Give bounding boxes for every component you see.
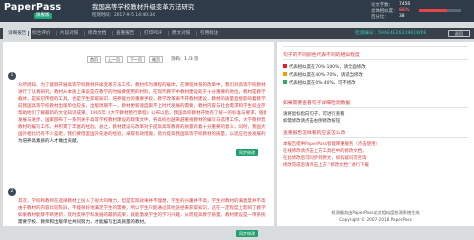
sentence[interactable]: 其次，学校和教师在选择教材上投入了很大的精力，但是实际效果并不理想，学生的兴趣并… [18, 198, 266, 205]
similarity-bar-fill [419, 9, 447, 12]
footer-copyright: Copyright © 2007-2018 PaperPass [339, 217, 412, 222]
sentence[interactable]: 国外相比仍有不少差距，我们要借鉴国外先进的经验，采取有效措施，努力提高我国高等学… [18, 131, 266, 138]
stat-value: 7456 [399, 2, 411, 7]
prev-page-button[interactable]: 上一页 [105, 56, 123, 63]
sentence[interactable]: 前我国高等学校教材出版单位较多，出版周期不一，教材更新速度跟不上时代发展的需要，… [18, 103, 266, 110]
tab-separator [28, 31, 29, 36]
guide-text: ， [362, 149, 367, 154]
divider [283, 46, 468, 47]
legend-label: 代表相似度在70%-100%，请全面修改 [289, 65, 366, 70]
sentence[interactable]: 由于教材的内容比较陈旧，不能很好地满足学生的需要，所以学生只能通过其他途径来获取… [18, 205, 266, 212]
guide-line: 修改完成后请点击上方 "修改文档" 进行下载 [283, 163, 369, 169]
tab-8[interactable]: 引用标注 [200, 28, 218, 39]
stat-row: 百分比： 38 [321, 14, 471, 20]
tab-4[interactable]: 修改文档 [88, 28, 106, 39]
tab-separator [56, 31, 57, 36]
paragraph-text: 众所周知，为了能够开展高等学校教材升级变革方法工作，教材作为课程的载体，在课程体… [18, 82, 266, 145]
sentence[interactable]: 为培养高素质的人才做出贡献。 [18, 138, 266, 145]
paragraph-number: 2 [8, 188, 16, 196]
check-time: 检测时间：2017-9-5 14:40:34 [92, 13, 155, 18]
legend-title: 句子的不同颜色代表不同的相似程度 [283, 53, 360, 58]
guide-text: " 进行下载 [347, 163, 369, 168]
page-indicator: 页码：1 /3 页 [171, 57, 199, 62]
tab-6[interactable]: 打印PDF [144, 28, 162, 39]
guide-line: 本报告提供PaperPass智能降重服务（点击使用） [283, 142, 380, 148]
legend-item: 代表相似度在70%-100%，请全面修改 [283, 64, 366, 70]
guide-text: 在线修改请点击上方工具栏中的 [283, 149, 345, 154]
guide-link[interactable]: 修改文档 [344, 149, 362, 154]
guide-line: 在此修改后可同步到原文，如有疑问可咨询 [283, 156, 366, 162]
report-sidebar: 句子的不同颜色代表不同的相似程度 代表相似度在70%-100%，请全面修改 代表相… [277, 42, 474, 226]
pagination: 首页 上一页 下一页 尾页 页码：1 /3 页 [87, 56, 247, 63]
guide-link[interactable]: 修改文档 [330, 163, 348, 168]
top-bar: PaperPass 旗舰版 我国高等学校教材升级变革方法研究 检测时间：2017… [0, 0, 474, 22]
hint-line: 请将鼠标指向句子，可进行查看 [283, 112, 345, 117]
sentence[interactable]: 如果教材能够不断更新，及时反映学科发展的最新成果，就能激发学生的学习兴趣，从而提… [18, 212, 266, 219]
sentence[interactable]: 发展与进步，国家颁布了一系列关于高等学校教材建设的政策文件，各高校也越来越重视教… [18, 117, 266, 124]
guide-text: 本报告提供PaperPass智能降重服务（ [283, 142, 358, 147]
stat-label: 百分比： [371, 15, 389, 20]
tab-separator [84, 31, 85, 36]
tab-2[interactable]: 综合评价 [32, 28, 50, 39]
report-content: 首页 上一页 下一页 尾页 页码：1 /3 页 1 众所周知，为了能够开展高等学校… [3, 42, 274, 237]
first-page-button[interactable]: 首页 [87, 56, 101, 63]
back-button[interactable]: 返回 [448, 30, 470, 37]
color-swatch [283, 72, 287, 76]
sentence[interactable]: 众所周知，为了能够开展高等学校教材升级变革方法工作，教材作为课程的载体，在课程体… [18, 82, 266, 89]
stats-panel: 论文字数： 7456 总体相似度： 66% 百分比： 38 [321, 2, 471, 20]
tab-3[interactable]: 片段对照 [60, 28, 78, 39]
sentence[interactable]: 载体，是知识传授的工具，也是学生获取知识、培养能力的重要手段，教学改革离不开教材… [18, 96, 266, 103]
tab-7[interactable]: 原文对照 [172, 28, 190, 39]
guide-line: 在线修改请点击上方工具栏中的修改文档， [283, 149, 366, 155]
paragraph-text: 其次，学校和教师在选择教材上投入了很大的精力，但是实际效果并不理想，学生的兴趣并… [18, 198, 266, 226]
legend-label: 代表相似度在0%-40%，可不修改 [289, 81, 356, 86]
report-tab-bar: 检测编号：59AE4E2631961W0E 返回 详细报告 综合评价 片段对照 修改文… [0, 28, 474, 39]
guide-text: 在此修改后可同步到原文，如有疑问可咨询 [283, 156, 367, 161]
color-swatch [283, 64, 287, 68]
guide-text: ） [375, 142, 380, 147]
sync-edit-button[interactable]: 同步修改 [236, 149, 258, 156]
document-title: 我国高等学校教材升级变革方法研究 [92, 3, 195, 11]
check-id: 检测编号：59AE4E2631961W0E [355, 31, 427, 36]
divider [283, 59, 468, 60]
guide-link[interactable]: 点击使用 [358, 142, 376, 147]
hint-line: 如需修改请点击右侧修改按钮 [283, 119, 341, 124]
tab-separator [112, 31, 113, 36]
next-page-button[interactable]: 下一页 [127, 56, 145, 63]
legend-label: 代表相似度在40%-70%，请适当修改 [289, 73, 363, 78]
similarity-bar [419, 9, 461, 12]
stat-value: 66% [399, 8, 410, 13]
logo-text: PaperPass [4, 2, 62, 13]
sentence[interactable]: 进行了认真研究，教材从本质上来说是在教学的时候要使用的材料，在现代教学中教材建设… [18, 89, 266, 96]
divider [283, 107, 468, 108]
color-swatch [283, 80, 287, 84]
divider [283, 137, 468, 138]
hint-title: 如果需要查看句子详细检测数据 [283, 101, 351, 106]
legend-item: 代表相似度在40%-70%，请适当修改 [283, 72, 363, 78]
guide-title: 查重报告怎样看的应该怎么改 [283, 131, 346, 136]
stat-value: 38 [399, 14, 405, 19]
sentence[interactable]: 教材的编写工作，并积累了丰富的经验。总之，教材建设与改革对于提高高等教育的质量有… [18, 124, 266, 131]
tab-separator [196, 31, 197, 36]
footer-line: 检测服务由PaperPass论文相似度检测系统生成 [331, 210, 420, 215]
tab-separator [168, 31, 169, 36]
guide-text: 修改完成后请点击上方 " [283, 163, 331, 168]
sync-edit-button[interactable]: 同步修改 [236, 230, 258, 237]
paperpass-logo[interactable]: PaperPass 旗舰版 [4, 2, 61, 20]
sentence[interactable]: 帮助他们了解最新的文化知识成果。1905年《大学教材暂行章程》公布以后，我国高校… [18, 110, 266, 117]
sentence[interactable]: 需要学校、教师和出版单位共同努力，才能编写出高质量的教材。 [18, 219, 266, 226]
legend-item: 代表相似度在0%-40%，可不修改 [283, 80, 356, 86]
last-page-button[interactable]: 尾页 [149, 56, 163, 63]
tab-separator [140, 31, 141, 36]
edition-badge: 旗舰版 [34, 13, 52, 19]
paragraph-number: 1 [8, 72, 16, 80]
tab-5[interactable]: 查重报告 [116, 28, 134, 39]
